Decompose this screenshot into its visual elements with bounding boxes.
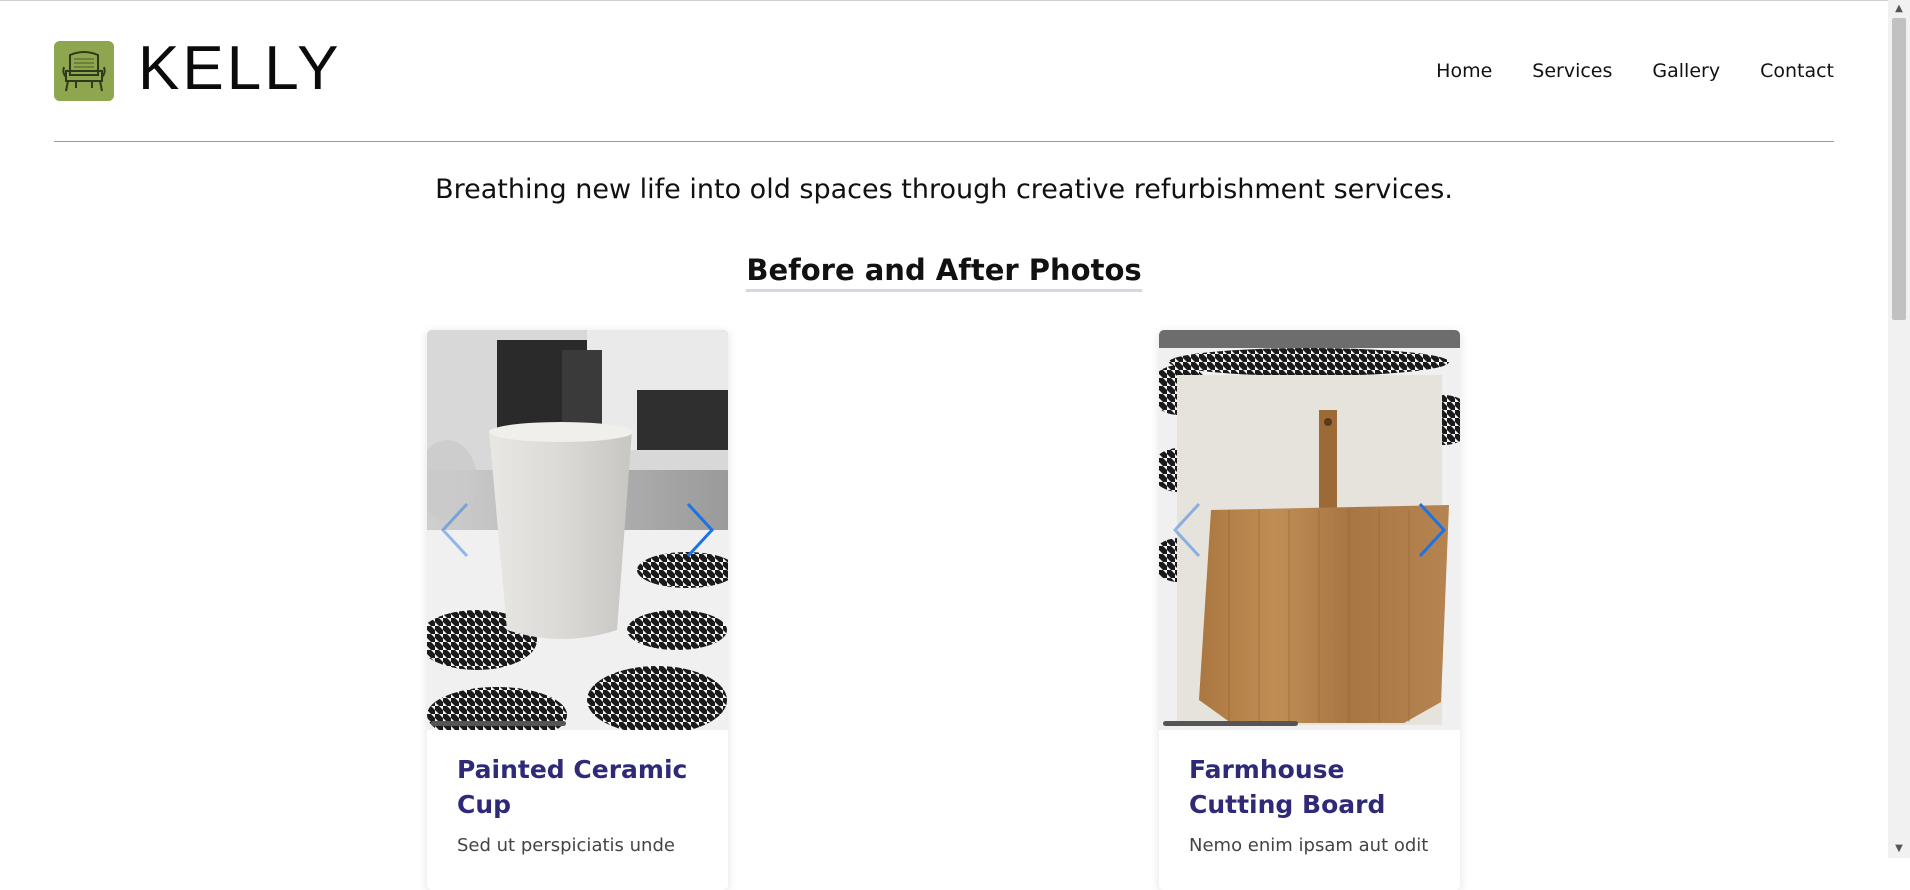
page-scrollbar[interactable]: ▲ ▼	[1888, 0, 1910, 858]
gallery-card-board: Farmhouse Cutting Board Nemo enim ipsam …	[1159, 330, 1460, 890]
logo[interactable]	[54, 41, 114, 101]
gallery-heading: Before and After Photos	[0, 253, 1888, 292]
carousel-scroll-thumb[interactable]	[1163, 721, 1298, 726]
gallery-card-cup: Painted Ceramic Cup Sed ut perspiciatis …	[427, 330, 728, 890]
nav-contact-link[interactable]: Contact	[1760, 60, 1834, 82]
header-divider	[54, 141, 1834, 142]
page-scroll-thumb[interactable]	[1892, 18, 1906, 320]
carousel-next-button[interactable]	[678, 500, 718, 560]
scroll-up-arrow-icon[interactable]: ▲	[1888, 2, 1910, 16]
armchair-icon	[54, 41, 114, 101]
card-body: Farmhouse Cutting Board Nemo enim ipsam …	[1159, 730, 1460, 858]
nav-gallery-link[interactable]: Gallery	[1652, 60, 1720, 82]
top-border	[0, 0, 1910, 1]
card-body: Painted Ceramic Cup Sed ut perspiciatis …	[427, 730, 728, 858]
chevron-left-icon	[1172, 502, 1201, 558]
site-header: KELLY Home Services Gallery Contact	[54, 34, 1834, 106]
chevron-right-icon	[686, 502, 715, 558]
hero-tagline: Breathing new life into old spaces throu…	[435, 174, 1453, 205]
chevron-right-icon	[1418, 502, 1447, 558]
main-nav: Home Services Gallery Contact	[1436, 60, 1834, 82]
carousel-scroll-thumb[interactable]	[431, 721, 566, 726]
card-title[interactable]: Painted Ceramic Cup	[457, 752, 698, 822]
nav-services-link[interactable]: Services	[1532, 60, 1612, 82]
brand-name[interactable]: KELLY	[138, 34, 341, 104]
card-title[interactable]: Farmhouse Cutting Board	[1189, 752, 1430, 822]
card-carousel[interactable]	[1159, 330, 1460, 730]
nav-home-link[interactable]: Home	[1436, 60, 1492, 82]
chevron-left-icon	[440, 502, 469, 558]
gallery-title: Before and After Photos	[746, 253, 1142, 292]
scroll-down-arrow-icon[interactable]: ▼	[1888, 842, 1910, 856]
carousel-next-button[interactable]	[1410, 500, 1450, 560]
card-description: Sed ut perspiciatis unde	[457, 835, 675, 856]
carousel-prev-button[interactable]	[437, 500, 477, 560]
card-carousel[interactable]	[427, 330, 728, 730]
card-description: Nemo enim ipsam aut odit	[1189, 835, 1429, 856]
carousel-prev-button[interactable]	[1169, 500, 1209, 560]
